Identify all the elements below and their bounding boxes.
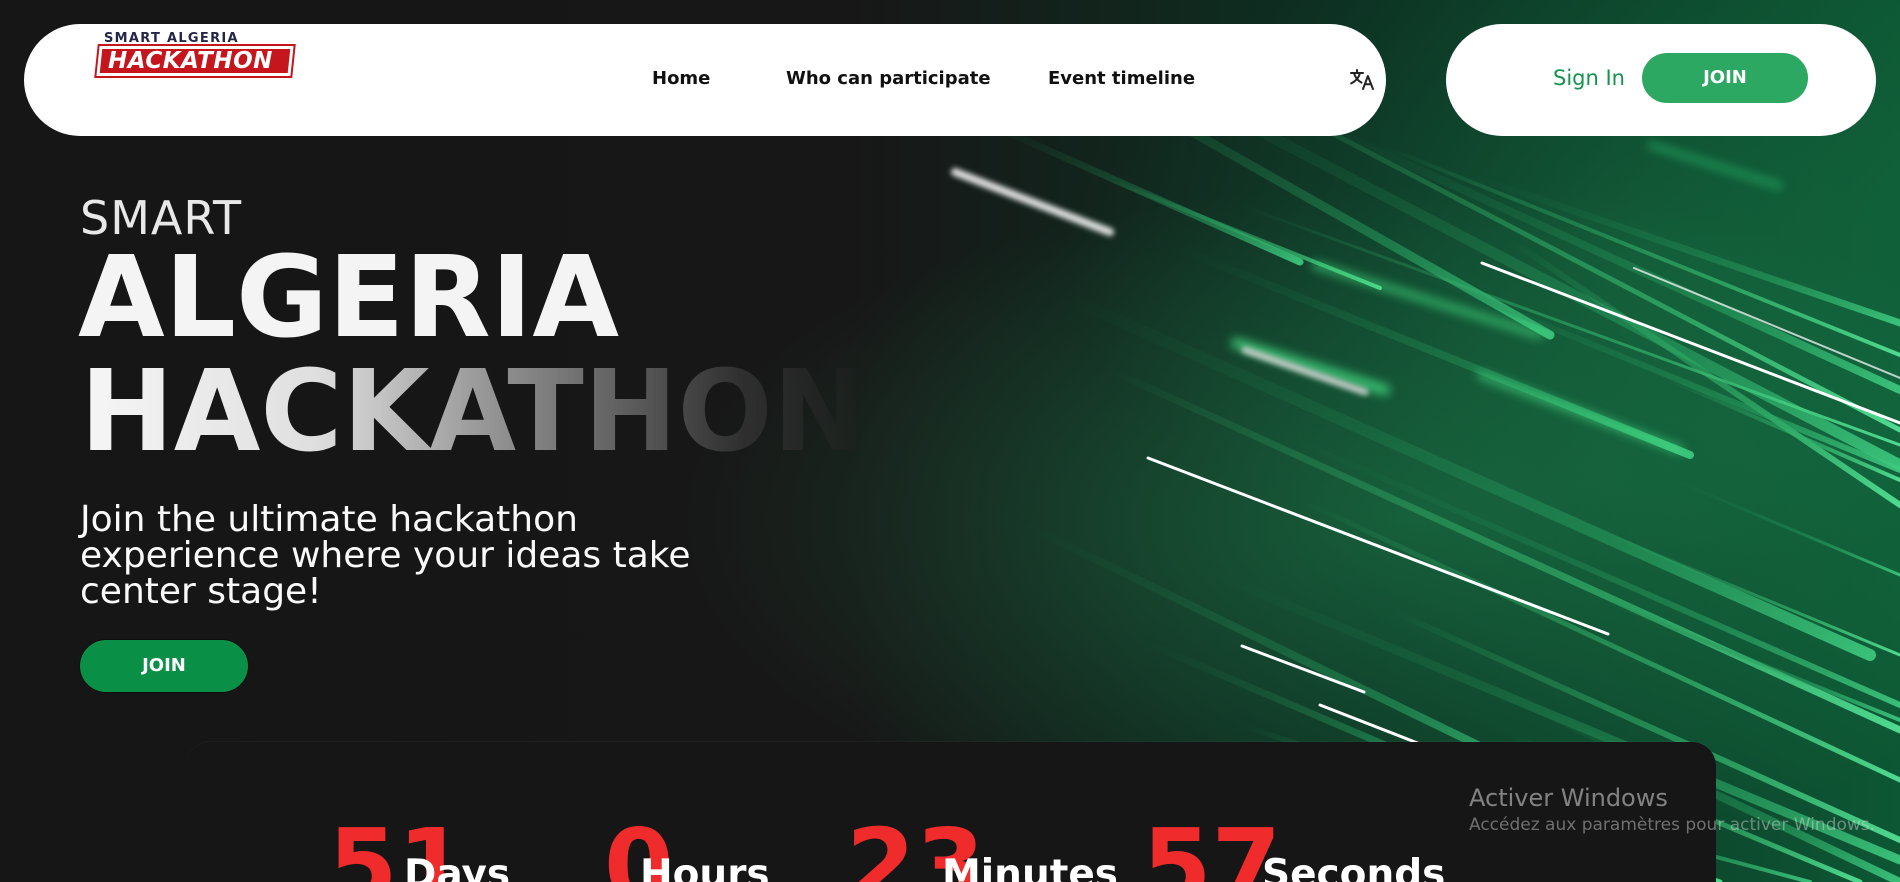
streak-19	[1648, 468, 1900, 577]
streak-8	[1166, 241, 1694, 459]
countdown-days-label: Days	[404, 852, 511, 882]
sign-in-link[interactable]: Sign In	[1553, 66, 1625, 90]
countdown-seconds-value: 57	[1142, 807, 1282, 882]
translate-icon[interactable]	[1348, 66, 1376, 94]
streak-11	[1247, 417, 1900, 708]
join-button-header[interactable]: JOIN	[1642, 53, 1808, 103]
streak-18	[1608, 533, 1900, 657]
streak-20	[1668, 378, 1900, 482]
join-button-hero[interactable]: JOIN	[80, 640, 248, 692]
hero-title-hackathon: HACKATHON	[80, 347, 867, 477]
white-streak-4	[1240, 644, 1366, 694]
nav-link-event-timeline[interactable]: Event timeline	[1048, 68, 1195, 89]
hero-subtitle-line-3: center stage!	[80, 571, 322, 612]
countdown-hours-label: Hours	[640, 852, 770, 882]
hero-subtitle: Join the ultimate hackathon experience w…	[80, 502, 700, 610]
white-streak-1	[1480, 261, 1900, 425]
glow-streak-2	[1311, 261, 1544, 339]
streak-28	[1387, 259, 1900, 473]
white-streak-3	[1146, 456, 1610, 636]
streak-10	[1106, 366, 1900, 734]
smart-algeria-hackathon-logo[interactable]: SMART ALGERIA HACKATHON	[74, 31, 298, 81]
white-streak-5	[1318, 703, 1422, 746]
streak-25	[1108, 178, 1382, 290]
logo-main-text: HACKATHON	[108, 48, 273, 74]
windows-activation-title: Activer Windows	[1469, 784, 1668, 812]
streak-12	[1297, 497, 1900, 783]
logo-top-text: SMART ALGERIA	[104, 31, 239, 46]
countdown-seconds-label: Seconds	[1262, 852, 1446, 882]
white-blur-streak-1	[951, 168, 1114, 236]
white-blur-streak-2	[1241, 346, 1369, 396]
nav-link-who-can-participate[interactable]: Who can participate	[786, 68, 991, 89]
hero-title-algeria: ALGERIA	[78, 233, 620, 363]
streak-9	[1044, 284, 1876, 661]
streak-17	[1563, 583, 1900, 722]
windows-activation-subtitle: Accédez aux paramètres pour activer Wind…	[1469, 815, 1876, 835]
hero-subtitle-line-1: Join the ultimate hackathon	[80, 499, 578, 540]
countdown-minutes-label: Minutes	[942, 852, 1119, 882]
streak-27	[1238, 203, 1900, 447]
landing-page: SMART ALGERIA HACKATHON Home Who can par…	[0, 0, 1900, 882]
glow-streak-1	[1231, 338, 1390, 395]
streak-6	[1451, 166, 1900, 327]
streak-7	[1507, 237, 1900, 508]
hero-subtitle-line-2: experience where your ideas take	[80, 535, 691, 576]
glow-streak-4	[1647, 142, 1783, 189]
nav-link-home[interactable]: Home	[652, 68, 710, 89]
streak-5	[1378, 143, 1900, 357]
white-streak-2	[1633, 267, 1900, 379]
streak-4	[1296, 111, 1900, 394]
streak-26	[976, 116, 1304, 266]
glow-streak-3	[1477, 372, 1683, 453]
